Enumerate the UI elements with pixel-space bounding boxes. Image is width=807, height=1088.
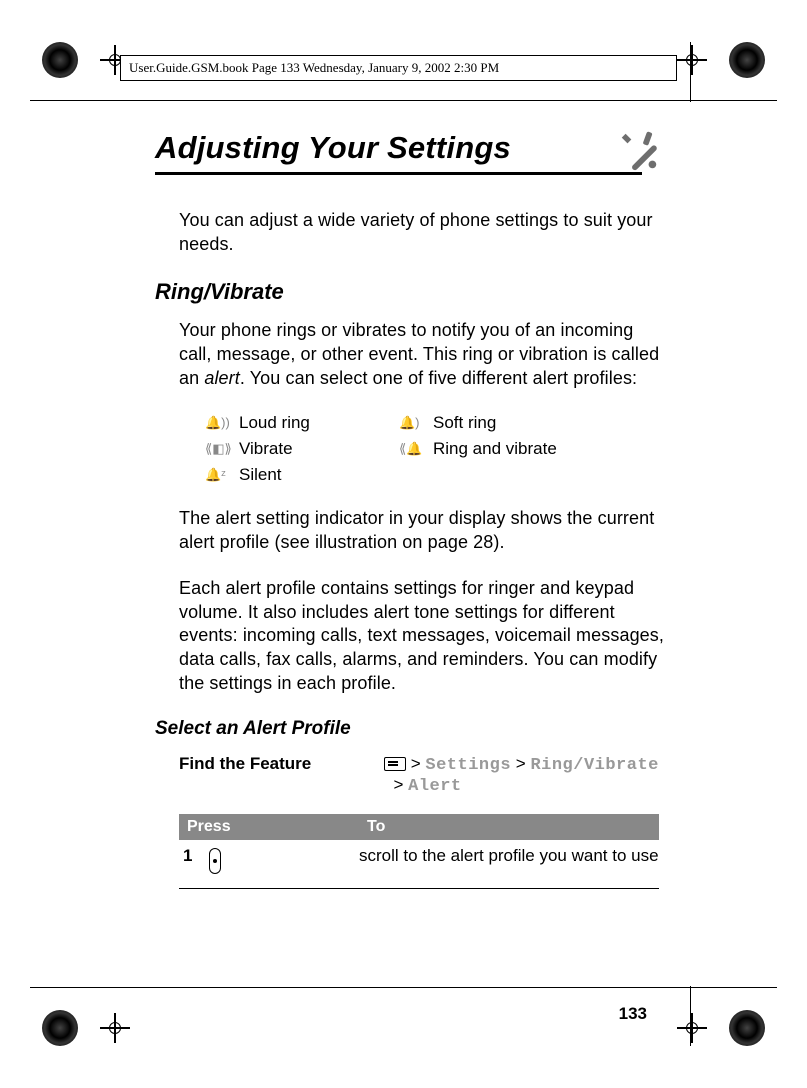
crop-medallion [42,1010,78,1046]
crop-medallion [729,1010,765,1046]
scroll-key-icon [209,848,221,874]
crop-medallion [42,42,78,78]
profile-label: Silent [239,465,399,485]
alert-profile-grid: 🔔)) Loud ring 🔔) Soft ring ⟪◧⟫ Vibrate ⟪… [205,413,665,485]
col-to: To [359,814,659,840]
path-separator: > [411,754,421,773]
page-number: 133 [619,1004,647,1024]
path-segment-ringvibrate: Ring/Vibrate [530,756,658,775]
path-separator: > [393,775,403,794]
soft-ring-icon: 🔔) [399,415,433,431]
silent-icon: 🔔ᶻ [205,467,239,483]
ring-paragraph-3: Each alert profile contains settings for… [179,577,665,697]
crop-medallion [729,42,765,78]
path-segment-settings: Settings [425,756,511,775]
crop-rule-top [30,100,777,101]
loud-ring-icon: 🔔)) [205,415,239,431]
page-title: Adjusting Your Settings [155,130,665,166]
vibrate-icon: ⟪◧⟫ [205,441,239,457]
table-row: 1 scroll to the alert profile you want t… [179,840,659,889]
steps-table: Press To 1 scroll to the alert profile y… [179,814,659,889]
alert-term: alert [204,368,240,388]
crop-rule-v [690,42,691,102]
table-header: Press To [179,814,659,840]
menu-path: > Settings > Ring/Vibrate > Alert [384,754,659,796]
document-path-header: User.Guide.GSM.book Page 133 Wednesday, … [120,55,677,81]
path-segment-alert: Alert [408,777,462,796]
col-press: Press [179,814,359,840]
crop-rule-bottom [30,987,777,988]
crop-rule-v [690,986,691,1046]
subsection-heading-select-alert: Select an Alert Profile [155,718,665,740]
step-description: scroll to the alert profile you want to … [359,846,659,878]
find-feature-label: Find the Feature [179,754,334,796]
registration-cross-icon [100,1013,130,1043]
profile-label: Soft ring [433,413,603,433]
section-heading-ring-vibrate: Ring/Vibrate [155,279,665,305]
step-number: 1 [179,846,209,878]
find-the-feature: Find the Feature > Settings > Ring/Vibra… [179,754,665,796]
title-underline [155,172,642,175]
registration-cross-icon [677,1013,707,1043]
registration-cross-icon [677,45,707,75]
profile-label: Ring and vibrate [433,439,603,459]
menu-key-icon [384,757,406,771]
profile-label: Loud ring [239,413,399,433]
intro-paragraph: You can adjust a wide variety of phone s… [179,209,665,257]
path-separator: > [516,754,526,773]
profile-label: Vibrate [239,439,399,459]
step-key [209,846,359,878]
ring-paragraph-2: The alert setting indicator in your disp… [179,507,665,555]
ring-and-vibrate-icon: ⟪🔔 [399,441,433,457]
ring-paragraph-1: Your phone rings or vibrates to notify y… [179,319,665,391]
text: . You can select one of five different a… [240,368,637,388]
